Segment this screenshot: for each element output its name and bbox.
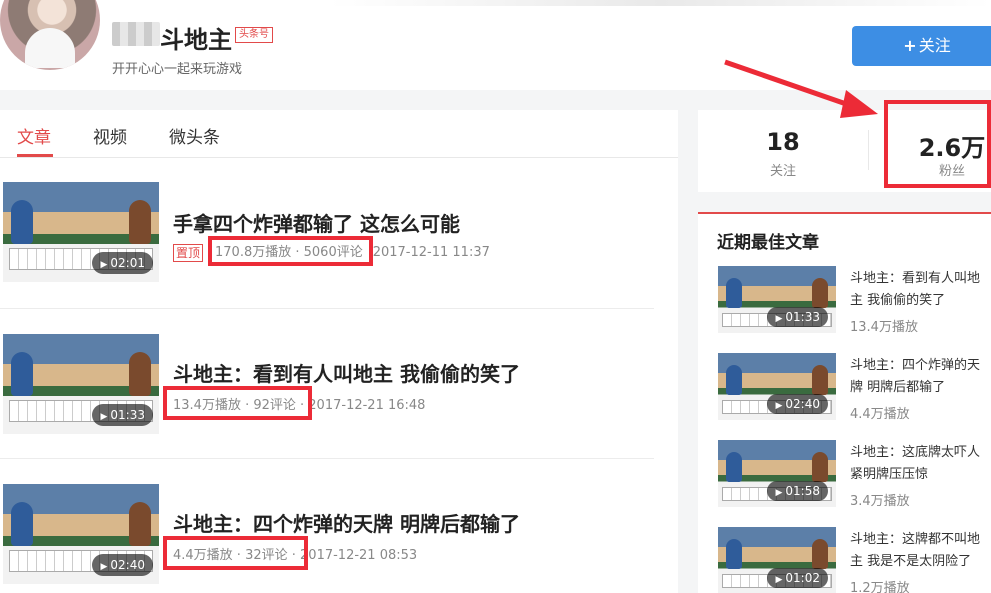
pinned-badge: 置顶 <box>173 243 204 262</box>
avatar[interactable] <box>0 0 100 70</box>
duration-badge: ▶ 01:02 <box>767 568 828 588</box>
video-thumbnail[interactable]: ▶ 01:58 <box>718 440 836 507</box>
video-thumbnail[interactable]: ▶ 02:40 <box>3 484 159 584</box>
blurred-name-prefix <box>112 22 160 46</box>
best-articles-title: 近期最佳文章 <box>717 233 819 253</box>
video-thumbnail[interactable]: ▶ 01:33 <box>718 266 836 333</box>
best-article-item[interactable]: ▶ 02:40 斗地主：四个炸弹的天牌 明牌后都输了 4.4万播放 <box>698 353 991 440</box>
best-article-plays: 3.4万播放 <box>850 494 910 509</box>
highlight-box <box>884 100 991 188</box>
duration-badge: ▶ 02:01 <box>92 252 153 274</box>
best-article-plays: 13.4万播放 <box>850 320 918 335</box>
best-article-item[interactable]: ▶ 01:33 斗地主：看到有人叫地主 我偷偷的笑了 13.4万播放 <box>698 266 991 353</box>
article-title[interactable]: 斗地主：四个炸弹的天牌 明牌后都输了 <box>173 508 520 537</box>
following-label: 关注 <box>769 164 796 179</box>
follow-button-label: 关注 <box>918 36 951 55</box>
header-banner-strip <box>330 0 991 6</box>
video-thumbnail[interactable]: ▶ 02:01 <box>3 182 159 282</box>
best-article-title[interactable]: 斗地主：看到有人叫地主 我偷偷的笑了 <box>850 268 990 312</box>
best-articles-panel: 近期最佳文章 ▶ 01:33 斗地主：看到有人叫地主 我偷偷的笑了 13.4万播放… <box>698 212 991 593</box>
best-article-plays: 4.4万播放 <box>850 407 910 422</box>
article-title[interactable]: 手拿四个炸弹都输了 这怎么可能 <box>173 208 460 237</box>
plus-icon: + <box>903 36 917 55</box>
duration-badge: ▶ 02:40 <box>767 394 828 414</box>
toutiao-badge: 头条号 <box>235 27 273 43</box>
channel-description: 开开心心一起来玩游戏 <box>112 62 243 77</box>
play-icon: ▶ <box>775 575 783 585</box>
follow-button[interactable]: + 关注 <box>852 26 991 66</box>
best-article-item[interactable]: ▶ 01:58 斗地主：这底牌太吓人 紧明牌压压惊 3.4万播放 <box>698 440 991 527</box>
tab-videos[interactable]: 视频 <box>93 123 127 148</box>
duration-badge: ▶ 01:33 <box>767 307 828 327</box>
play-icon: ▶ <box>775 314 783 324</box>
stats-card: 18 关注 2.6万 粉丝 <box>698 100 991 192</box>
article-title[interactable]: 斗地主：看到有人叫地主 我偷偷的笑了 <box>173 358 520 387</box>
article-item[interactable]: ▶ 02:01 手拿四个炸弹都输了 这怎么可能 置顶 170.8万播放 · 5060… <box>0 158 654 308</box>
highlight-box <box>163 386 312 420</box>
main-content: 文章 视频 微头条 ▶ 02:01 手拿四个炸弹都输了 这怎么可能 置顶 170.8… <box>0 110 678 593</box>
video-thumbnail[interactable]: ▶ 01:02 <box>718 527 836 593</box>
best-article-title[interactable]: 斗地主：这底牌太吓人 紧明牌压压惊 <box>850 442 990 486</box>
play-icon: ▶ <box>775 401 783 411</box>
article-item[interactable]: ▶ 02:40 斗地主：四个炸弹的天牌 明牌后都输了 4.4万播放 · 32评论 … <box>0 458 654 593</box>
following-count[interactable]: 18 <box>748 128 818 156</box>
best-article-plays: 1.2万播放 <box>850 581 910 593</box>
play-icon: ▶ <box>775 488 783 498</box>
highlight-box <box>208 236 373 266</box>
channel-name[interactable]: 斗地主 <box>160 20 232 55</box>
article-date: 2017-12-11 11:37 <box>372 245 490 260</box>
duration-badge: ▶ 02:40 <box>92 554 153 576</box>
best-article-title[interactable]: 斗地主：这牌都不叫地主 我是不是太阴险了 <box>850 529 990 573</box>
play-icon: ▶ <box>100 260 108 270</box>
play-icon: ▶ <box>100 412 108 422</box>
article-item[interactable]: ▶ 01:33 斗地主：看到有人叫地主 我偷偷的笑了 13.4万播放 · 92评论… <box>0 308 654 458</box>
highlight-box <box>163 536 308 570</box>
duration-badge: ▶ 01:33 <box>92 404 153 426</box>
content-tabs: 文章 视频 微头条 <box>0 110 678 158</box>
duration-badge: ▶ 01:58 <box>767 481 828 501</box>
article-date: · 2017-12-21 16:48 <box>295 398 426 413</box>
channel-header: 斗地主 头条号 开开心心一起来玩游戏 + 关注 <box>0 0 991 90</box>
play-icon: ▶ <box>100 562 108 572</box>
active-tab-underline <box>17 154 53 157</box>
tab-micro-posts[interactable]: 微头条 <box>169 123 220 148</box>
best-article-item[interactable]: ▶ 01:02 斗地主：这牌都不叫地主 我是不是太阴险了 1.2万播放 <box>698 527 991 593</box>
tab-articles[interactable]: 文章 <box>17 123 51 148</box>
video-thumbnail[interactable]: ▶ 02:40 <box>718 353 836 420</box>
video-thumbnail[interactable]: ▶ 01:33 <box>3 334 159 434</box>
best-article-title[interactable]: 斗地主：四个炸弹的天牌 明牌后都输了 <box>850 355 990 399</box>
